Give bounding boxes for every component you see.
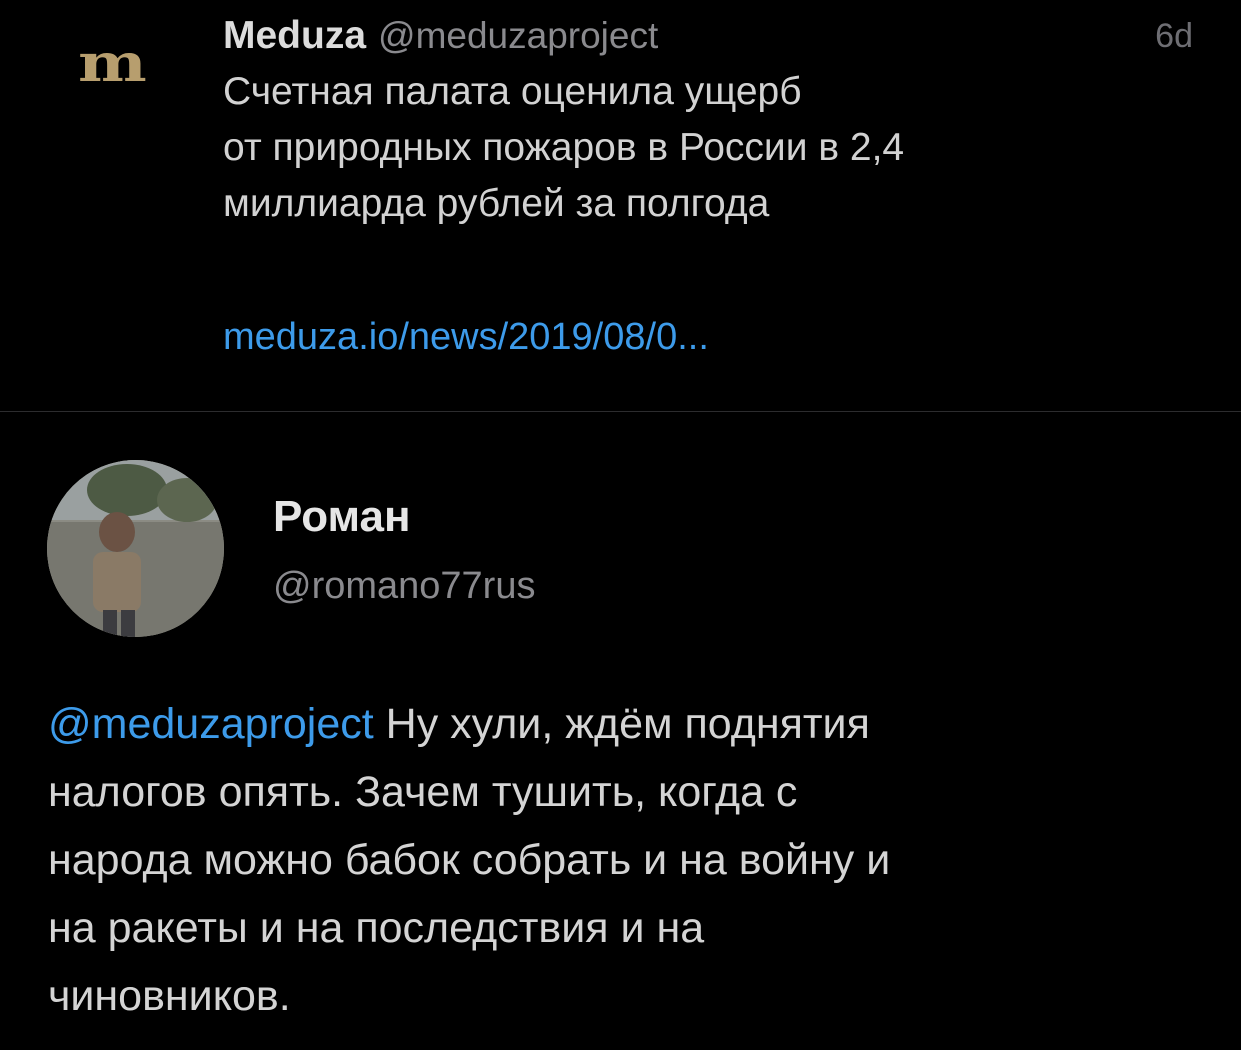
meduza-logo-icon[interactable]: m	[78, 38, 178, 98]
tweet-text-line: Счетная палата оценила ущерб	[223, 70, 802, 113]
avatar-photo	[47, 460, 224, 637]
tweet-text-line: народа можно бабок собрать и на войну и	[48, 836, 891, 884]
tweet-timestamp: 6d	[1155, 17, 1193, 55]
tweet-text-line: налогов опять. Зачем тушить, когда с	[48, 768, 798, 816]
reply-tweet-text: @meduzaproject Ну хули, ждём поднятия на…	[48, 690, 1208, 1030]
author-handle[interactable]: @meduzaproject	[378, 8, 658, 64]
author-name[interactable]: Meduza	[223, 8, 366, 64]
tweet-text-line: от природных пожаров в России в 2,4	[223, 126, 905, 169]
quoted-tweet-text: Счетная палата оценила ущерб от природны…	[223, 64, 1183, 232]
divider	[0, 411, 1241, 412]
avatar[interactable]	[47, 460, 224, 637]
mention-link[interactable]: @meduzaproject	[48, 700, 374, 748]
quoted-tweet-header: Meduza @meduzaproject	[223, 8, 658, 64]
tweet-text-line: @meduzaproject Ну хули, ждём поднятия	[48, 690, 1208, 758]
tweet-text-line: миллиарда рублей за полгода	[223, 182, 770, 225]
reply-author-name[interactable]: Роман	[273, 488, 411, 546]
tweet-text-line: чиновников.	[48, 972, 291, 1020]
tweet-text-line: на ракеты и на последствия и на	[48, 904, 705, 952]
reply-author-handle[interactable]: @romano77rus	[273, 558, 535, 614]
quoted-tweet[interactable]: m Meduza @meduzaproject 6d Счетная палат…	[0, 0, 1241, 412]
article-link[interactable]: meduza.io/news/2019/08/0...	[223, 309, 709, 365]
tweet-text-fragment: Ну хули, ждём поднятия	[373, 700, 870, 748]
